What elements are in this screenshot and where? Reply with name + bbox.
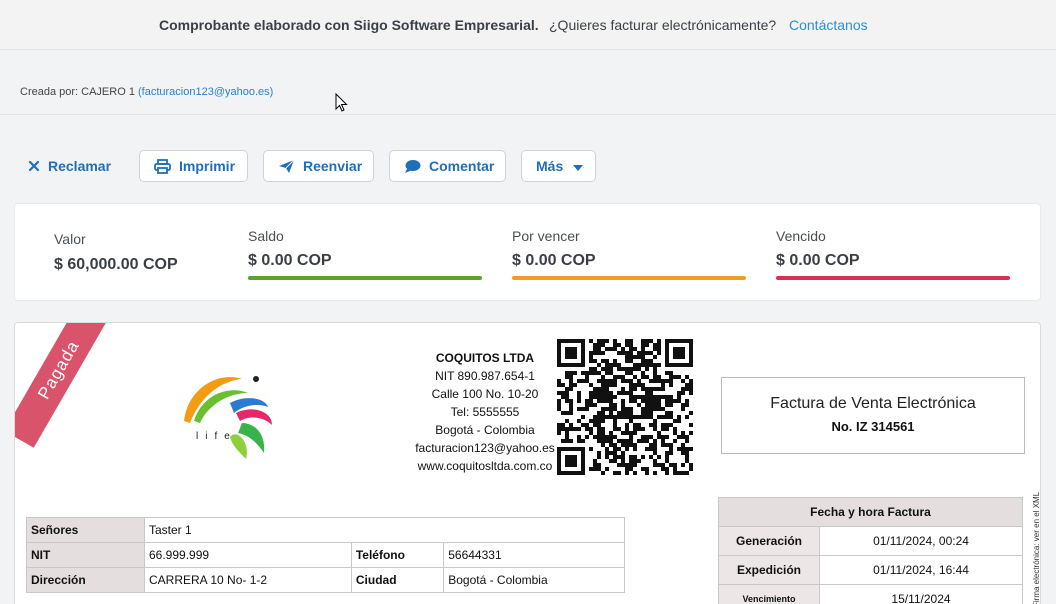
value-amount: $ 60,000.00 COP bbox=[54, 256, 178, 273]
claim-label: Reclamar bbox=[48, 158, 112, 174]
action-toolbar: Reclamar Imprimir Reenviar Comentar Más bbox=[0, 150, 1056, 182]
overdue-bar bbox=[776, 276, 1010, 280]
summary-value: Valor $ 60,000.00 COP bbox=[54, 231, 178, 274]
summary-balance: Saldo $ 0.00 COP bbox=[248, 228, 482, 280]
due-date-label: Vencimiento bbox=[718, 584, 820, 604]
more-dropdown-button[interactable]: Más bbox=[521, 150, 596, 182]
invoice-summary-panel: Valor $ 60,000.00 COP Saldo $ 0.00 COP P… bbox=[14, 203, 1041, 301]
generation-label: Generación bbox=[718, 526, 820, 556]
created-by-text: Creada por: CAJERO 1 (facturacion123@yah… bbox=[20, 86, 273, 98]
due-bar bbox=[512, 276, 746, 280]
top-banner: Comprobante elaborado con Siigo Software… bbox=[0, 0, 1056, 50]
created-by-email[interactable]: (facturacion123@yahoo.es) bbox=[138, 86, 273, 98]
resend-button[interactable]: Reenviar bbox=[263, 150, 374, 182]
summary-overdue: Vencido $ 0.00 COP bbox=[776, 228, 1010, 280]
due-date: 15/11/2024 bbox=[819, 584, 1023, 604]
client-phone-label: Teléfono bbox=[350, 542, 445, 568]
close-icon bbox=[28, 160, 40, 172]
invoice-type: Factura de Venta Electrónica bbox=[770, 395, 976, 412]
balance-amount: $ 0.00 COP bbox=[248, 252, 332, 269]
invoice-dates-table: Fecha y hora Factura Generación 01/11/20… bbox=[718, 497, 1023, 604]
company-logo: life bbox=[184, 376, 272, 459]
balance-label: Saldo bbox=[248, 228, 284, 244]
generation-date: 01/11/2024, 00:24 bbox=[819, 526, 1023, 556]
due-amount: $ 0.00 COP bbox=[512, 252, 596, 269]
client-nit: 66.999.999 bbox=[144, 542, 352, 568]
banner-brand-text: Comprobante elaborado con Siigo Software… bbox=[159, 17, 539, 33]
resend-label: Reenviar bbox=[303, 158, 363, 174]
printer-icon bbox=[154, 158, 171, 174]
mouse-cursor-icon bbox=[335, 93, 348, 112]
more-label: Más bbox=[536, 158, 564, 174]
client-phone: 56644331 bbox=[443, 542, 625, 568]
claim-button[interactable]: Reclamar bbox=[28, 150, 111, 182]
status-ribbon: Pagada bbox=[15, 323, 115, 483]
client-city-label: Ciudad bbox=[350, 567, 445, 593]
status-ribbon-label: Pagada bbox=[15, 323, 114, 448]
client-address: CARRERA 10 No- 1-2 bbox=[144, 567, 352, 593]
client-name-label: Señores bbox=[26, 517, 145, 543]
print-label: Imprimir bbox=[179, 158, 236, 174]
invoice-number: No. IZ 314561 bbox=[831, 419, 915, 434]
client-name: Taster 1 bbox=[144, 517, 625, 543]
logo-text: life bbox=[196, 431, 237, 442]
banner-question-text: ¿Quieres facturar electrónicamente? bbox=[549, 17, 777, 33]
print-button[interactable]: Imprimir bbox=[139, 150, 248, 182]
qr-code bbox=[557, 339, 693, 475]
comment-button[interactable]: Comentar bbox=[389, 150, 506, 182]
electronic-signature-text: Firma electrónica: ver en el XML bbox=[1032, 491, 1041, 604]
expedition-date: 01/11/2024, 16:44 bbox=[819, 555, 1023, 585]
client-city: Bogotá - Colombia bbox=[443, 567, 625, 593]
due-label: Por vencer bbox=[512, 228, 580, 244]
contact-link[interactable]: Contáctanos bbox=[789, 17, 868, 33]
send-icon bbox=[278, 159, 295, 174]
overdue-amount: $ 0.00 COP bbox=[776, 252, 860, 269]
comment-label: Comentar bbox=[429, 158, 495, 174]
created-by-label: Creada por: CAJERO 1 bbox=[20, 86, 135, 98]
expedition-label: Expedición bbox=[718, 555, 820, 585]
overdue-label: Vencido bbox=[776, 228, 826, 244]
invoice-document: Pagada life COQUITOS LTDA NIT 890.987.65… bbox=[14, 322, 1041, 604]
created-by-row: Creada por: CAJERO 1 (facturacion123@yah… bbox=[0, 50, 1056, 115]
summary-due: Por vencer $ 0.00 COP bbox=[512, 228, 746, 280]
comment-icon bbox=[404, 159, 421, 174]
value-label: Valor bbox=[54, 231, 86, 247]
balance-bar bbox=[248, 276, 482, 280]
client-address-label: Dirección bbox=[26, 567, 145, 593]
dates-header: Fecha y hora Factura bbox=[718, 497, 1023, 527]
invoice-title-box: Factura de Venta Electrónica No. IZ 3145… bbox=[721, 377, 1025, 454]
caret-down-icon bbox=[573, 158, 584, 174]
client-nit-label: NIT bbox=[26, 542, 145, 568]
client-info-table: Señores Taster 1 NIT 66.999.999 Teléfono… bbox=[26, 517, 625, 593]
electronic-signature-note: Firma electrónica: ver en el XML bbox=[1024, 467, 1040, 604]
